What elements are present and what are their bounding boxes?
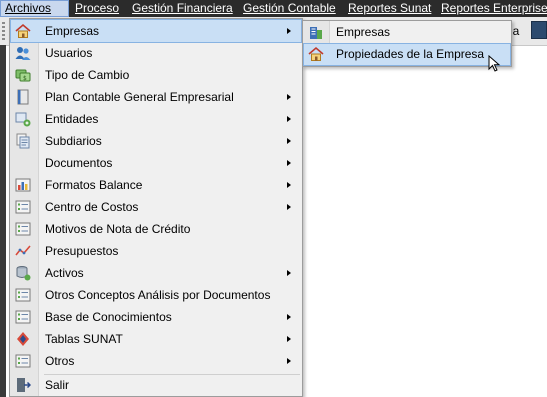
list-icon	[15, 354, 31, 368]
graph-icon	[15, 245, 31, 256]
menu-item-label: Salir	[45, 378, 70, 392]
svg-text:$: $	[23, 75, 27, 82]
menu-reportes-enterprise[interactable]: Reportes Enterprise	[437, 0, 547, 17]
menu-item-subdiarios[interactable]: Subdiarios	[11, 130, 301, 152]
menu-item-empresas[interactable]: Empresas	[10, 19, 302, 43]
menu-reportes-sunat-label: Reportes Sunat	[348, 1, 432, 15]
menu-reportes-enterprise-label: Reportes Enterprise	[441, 1, 547, 15]
submenu-item-empresas[interactable]: Empresas	[304, 22, 510, 43]
menu-reportes-sunat[interactable]: Reportes Sunat	[344, 0, 435, 17]
menu-gestion-contable-label: Gestión Contable	[243, 1, 336, 15]
menu-item-label: Base de Conocimientos	[45, 310, 172, 324]
menu-item-otros[interactable]: Otros	[11, 350, 301, 372]
menu-item-tipo-de-cambio[interactable]: $ Tipo de Cambio	[11, 64, 301, 86]
menu-item-label: Tablas SUNAT	[45, 332, 123, 346]
submenu-item-label: Empresas	[336, 25, 391, 39]
menu-item-label: Plan Contable General Empresarial	[45, 90, 234, 104]
menu-item-formatos-balance[interactable]: Formatos Balance	[11, 174, 301, 196]
menu-item-label: Subdiarios	[45, 134, 102, 148]
menu-item-label: Formatos Balance	[45, 178, 143, 192]
menu-item-tablas-sunat[interactable]: Tablas SUNAT	[11, 328, 301, 350]
submenu-arrow-icon	[287, 116, 291, 122]
menu-item-motivos-nota-credito[interactable]: Motivos de Nota de Crédito	[11, 218, 301, 240]
list-icon	[15, 222, 31, 236]
toolbar-grip[interactable]	[2, 22, 5, 40]
submenu-arrow-icon	[287, 28, 291, 34]
menu-proceso[interactable]: Proceso	[71, 0, 123, 17]
house-icon	[308, 46, 324, 61]
submenu-arrow-icon	[287, 138, 291, 144]
menu-bar: Archivos Proceso Gestión Financiera Gest…	[0, 0, 547, 17]
submenu-item-propiedades-empresa[interactable]: Propiedades de la Empresa	[303, 43, 511, 66]
menu-proceso-label: Proceso	[75, 1, 120, 15]
menu-item-presupuestos[interactable]: Presupuestos	[11, 240, 301, 262]
sunat-icon	[17, 332, 29, 346]
submenu-item-label: Propiedades de la Empresa	[336, 47, 485, 61]
menu-item-label: Presupuestos	[45, 244, 119, 258]
menu-item-label: Otros	[45, 354, 75, 368]
menu-item-otros-conceptos[interactable]: Otros Conceptos Análisis por Documentos	[11, 284, 301, 306]
mouse-cursor-icon	[488, 55, 501, 72]
submenu-arrow-icon	[287, 358, 291, 364]
submenu-arrow-icon	[287, 94, 291, 100]
building-icon	[310, 27, 322, 39]
menu-item-centro-de-costos[interactable]: Centro de Costos	[11, 196, 301, 218]
submenu-arrow-icon	[287, 182, 291, 188]
menu-item-label: Activos	[45, 266, 84, 280]
database-icon	[16, 266, 31, 281]
menu-archivos-label: Archivos	[5, 1, 52, 15]
menu-item-label: Usuarios	[45, 46, 93, 60]
menu-archivos[interactable]: Archivos	[0, 0, 69, 17]
archivos-dropdown: Empresas Usuarios $ Tipo de Cambio Plan …	[9, 18, 303, 397]
menu-item-entidades[interactable]: Entidades	[11, 108, 301, 130]
document-icon	[15, 155, 31, 171]
menu-item-label: Documentos	[45, 156, 113, 170]
menu-gestion-financiera-label: Gestión Financiera	[132, 1, 233, 15]
menu-item-activos[interactable]: Activos	[11, 262, 301, 284]
menu-item-label: Centro de Costos	[45, 200, 139, 214]
house-icon	[15, 23, 31, 38]
exchange-icon: $	[15, 69, 31, 82]
menu-item-plan-contable[interactable]: Plan Contable General Empresarial	[11, 86, 301, 108]
menu-item-salir[interactable]: Salir	[11, 374, 301, 396]
menu-item-label: Motivos de Nota de Crédito	[45, 222, 191, 236]
list-icon	[15, 310, 31, 324]
submenu-arrow-icon	[287, 160, 291, 166]
book-icon	[17, 89, 29, 105]
empresas-submenu: Empresas Propiedades de la Empresa	[302, 20, 512, 67]
menu-item-usuarios[interactable]: Usuarios	[11, 42, 301, 64]
submenu-arrow-icon	[287, 314, 291, 320]
menu-item-documentos[interactable]: Documentos	[11, 152, 301, 174]
ledger-icon	[16, 133, 30, 149]
menu-item-label: Entidades	[45, 112, 99, 126]
menu-item-label: Empresas	[45, 24, 100, 38]
entities-icon	[15, 112, 31, 127]
menu-item-label: Tipo de Cambio	[45, 68, 130, 82]
list-icon	[15, 288, 31, 302]
submenu-arrow-icon	[287, 336, 291, 342]
chart-icon	[15, 178, 31, 192]
menu-gestion-contable[interactable]: Gestión Contable	[239, 0, 340, 17]
users-icon	[15, 47, 31, 60]
left-strip	[0, 45, 6, 397]
menu-gestion-financiera[interactable]: Gestión Financiera	[128, 0, 237, 17]
menu-item-label: Otros Conceptos Análisis por Documentos	[45, 288, 271, 302]
submenu-arrow-icon	[287, 204, 291, 210]
submenu-arrow-icon	[287, 270, 291, 276]
exit-icon	[17, 378, 31, 392]
menu-item-base-conocimientos[interactable]: Base de Conocimientos	[11, 306, 301, 328]
list-icon	[15, 200, 31, 214]
toolbar-button[interactable]	[531, 21, 547, 39]
